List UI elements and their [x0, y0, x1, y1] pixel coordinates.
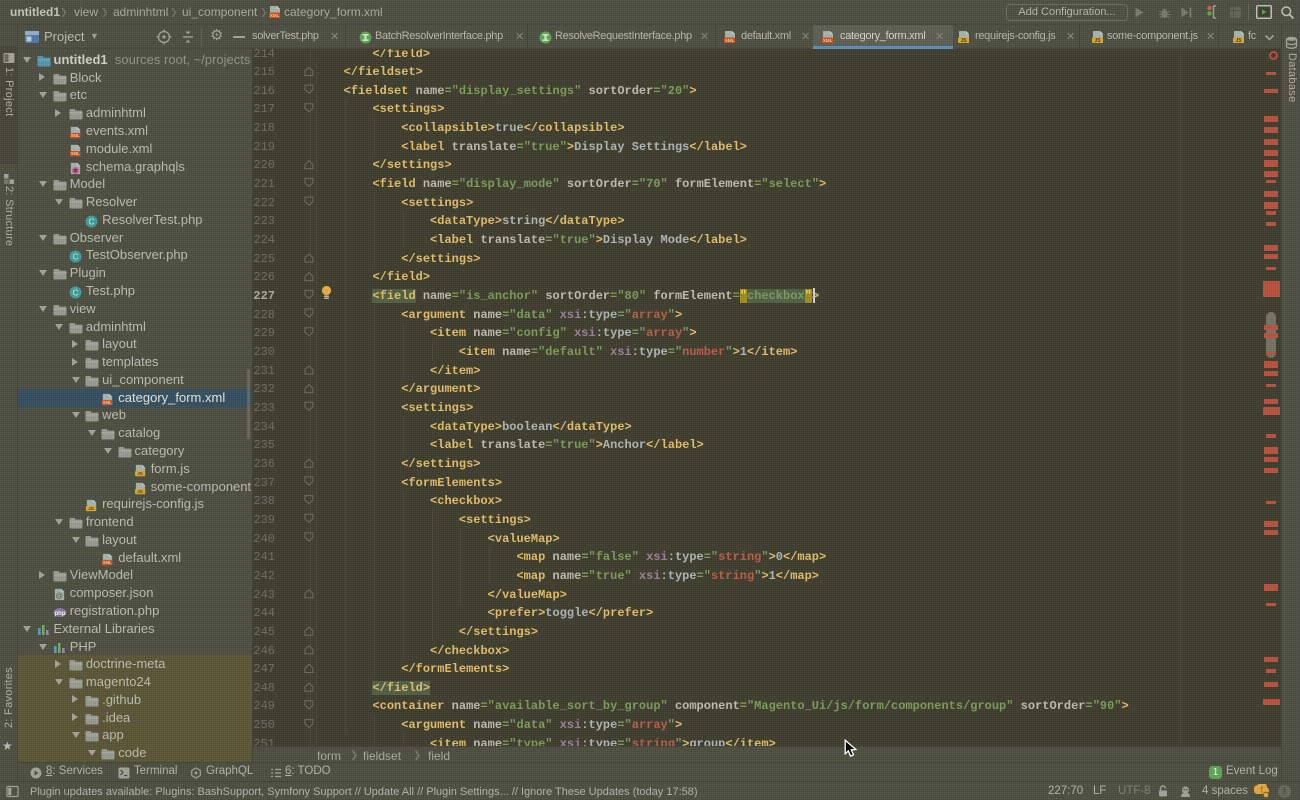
svg-text:php: php — [54, 611, 65, 617]
svg-text:JS: JS — [960, 38, 967, 44]
svg-text:XML: XML — [725, 38, 735, 43]
svg-text:JS: JS — [1094, 38, 1101, 44]
svg-text:JS: JS — [137, 489, 143, 494]
svg-text:JS: JS — [137, 471, 143, 476]
svg-text:XML: XML — [71, 133, 80, 138]
svg-text:JS: JS — [1235, 38, 1242, 44]
svg-text:XML: XML — [71, 151, 80, 156]
svg-text:XML: XML — [103, 560, 112, 565]
svg-text:C: C — [89, 217, 95, 226]
svg-text:XML: XML — [270, 13, 280, 18]
svg-text:!: ! — [1260, 786, 1263, 795]
svg-text:JS: JS — [88, 506, 94, 511]
svg-text:C: C — [73, 288, 79, 297]
svg-text:C: C — [73, 253, 79, 262]
svg-text:XML: XML — [823, 38, 833, 43]
svg-text:XML: XML — [103, 400, 112, 405]
svg-text:@: @ — [55, 591, 63, 600]
